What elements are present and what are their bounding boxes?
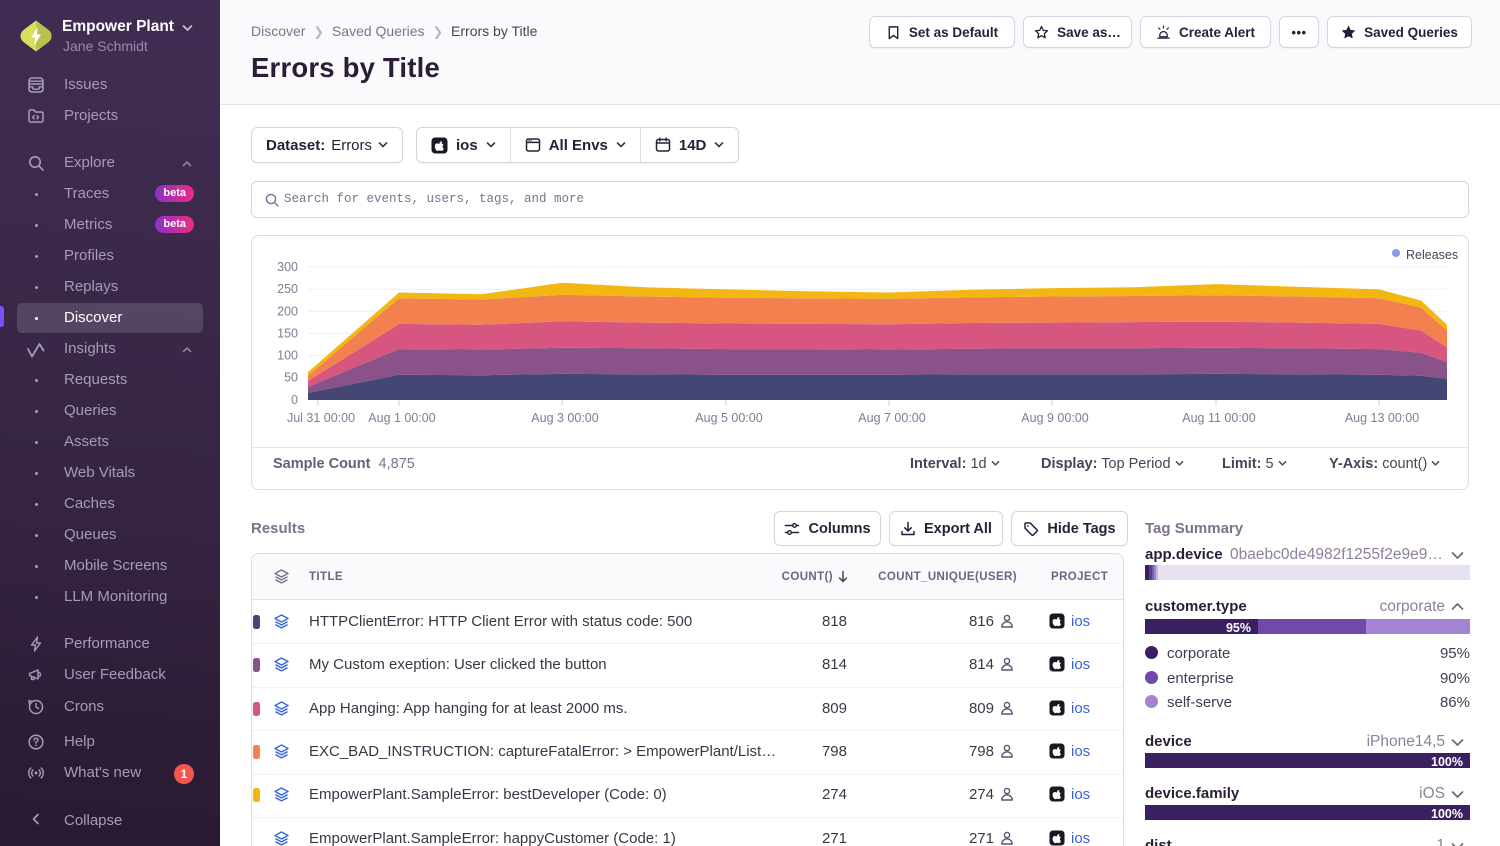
svg-text:250: 250 [277,282,298,296]
svg-text:Aug 7 00:00: Aug 7 00:00 [858,411,925,425]
svg-text:Aug 5 00:00: Aug 5 00:00 [695,411,762,425]
svg-text:50: 50 [284,371,298,385]
svg-text:Aug 1 00:00: Aug 1 00:00 [368,411,435,425]
svg-text:100: 100 [277,349,298,363]
svg-text:Aug 9 00:00: Aug 9 00:00 [1021,411,1088,425]
svg-text:0: 0 [291,393,298,407]
svg-text:Jul 31 00:00: Jul 31 00:00 [287,411,355,425]
svg-text:200: 200 [277,304,298,318]
svg-text:Aug 3 00:00: Aug 3 00:00 [531,411,598,425]
svg-text:300: 300 [277,260,298,274]
svg-text:150: 150 [277,326,298,340]
